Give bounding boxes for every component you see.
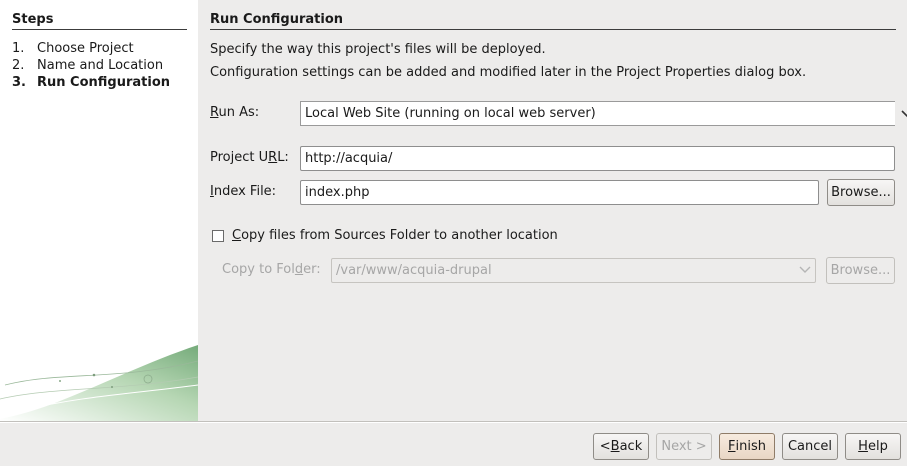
project-url-label: Project URL:: [210, 150, 289, 165]
run-as-label: Run As:: [210, 105, 260, 120]
run-as-value: Local Web Site (running on local web ser…: [305, 106, 596, 121]
step-run-configuration: 3. Run Configuration: [12, 75, 171, 90]
browse-copy-folder-button[interactable]: Browse...: [826, 257, 895, 284]
chevron-down-icon: [799, 263, 811, 278]
decorative-swoosh-image: [0, 345, 198, 421]
browse-index-file-button[interactable]: Browse...: [827, 179, 895, 206]
steps-panel: Steps 1. Choose Project 2. Name and Locati…: [0, 0, 198, 421]
project-url-input[interactable]: [300, 146, 895, 171]
copy-files-checkbox[interactable]: [212, 230, 224, 242]
index-file-input[interactable]: [300, 180, 819, 205]
help-button[interactable]: Help: [845, 433, 901, 460]
finish-button[interactable]: Finish: [719, 433, 775, 460]
step-choose-project: 1. Choose Project: [12, 41, 134, 56]
copy-files-label[interactable]: Copy files from Sources Folder to anothe…: [232, 228, 558, 243]
copy-to-folder-value: /var/www/acquia-drupal: [336, 263, 492, 278]
cancel-button[interactable]: Cancel: [782, 433, 838, 460]
next-button[interactable]: Next >: [656, 433, 712, 460]
footer-separator: [0, 421, 907, 423]
back-button[interactable]: < Back: [593, 433, 649, 460]
chevron-down-icon[interactable]: [895, 102, 907, 125]
copy-to-folder-label: Copy to Folder:: [222, 262, 321, 277]
run-as-select[interactable]: Local Web Site (running on local web ser…: [300, 101, 907, 126]
index-file-label: Index File:: [210, 184, 277, 199]
description-line-2: Configuration settings can be added and …: [210, 65, 807, 80]
section-title: Run Configuration: [210, 12, 896, 30]
content-panel: Run Configuration Specify the way this p…: [198, 0, 907, 421]
step-name-location: 2. Name and Location: [12, 58, 164, 73]
steps-title: Steps: [12, 12, 187, 30]
description-line-1: Specify the way this project's files wil…: [210, 42, 546, 57]
copy-to-folder-select[interactable]: /var/www/acquia-drupal: [331, 258, 816, 283]
